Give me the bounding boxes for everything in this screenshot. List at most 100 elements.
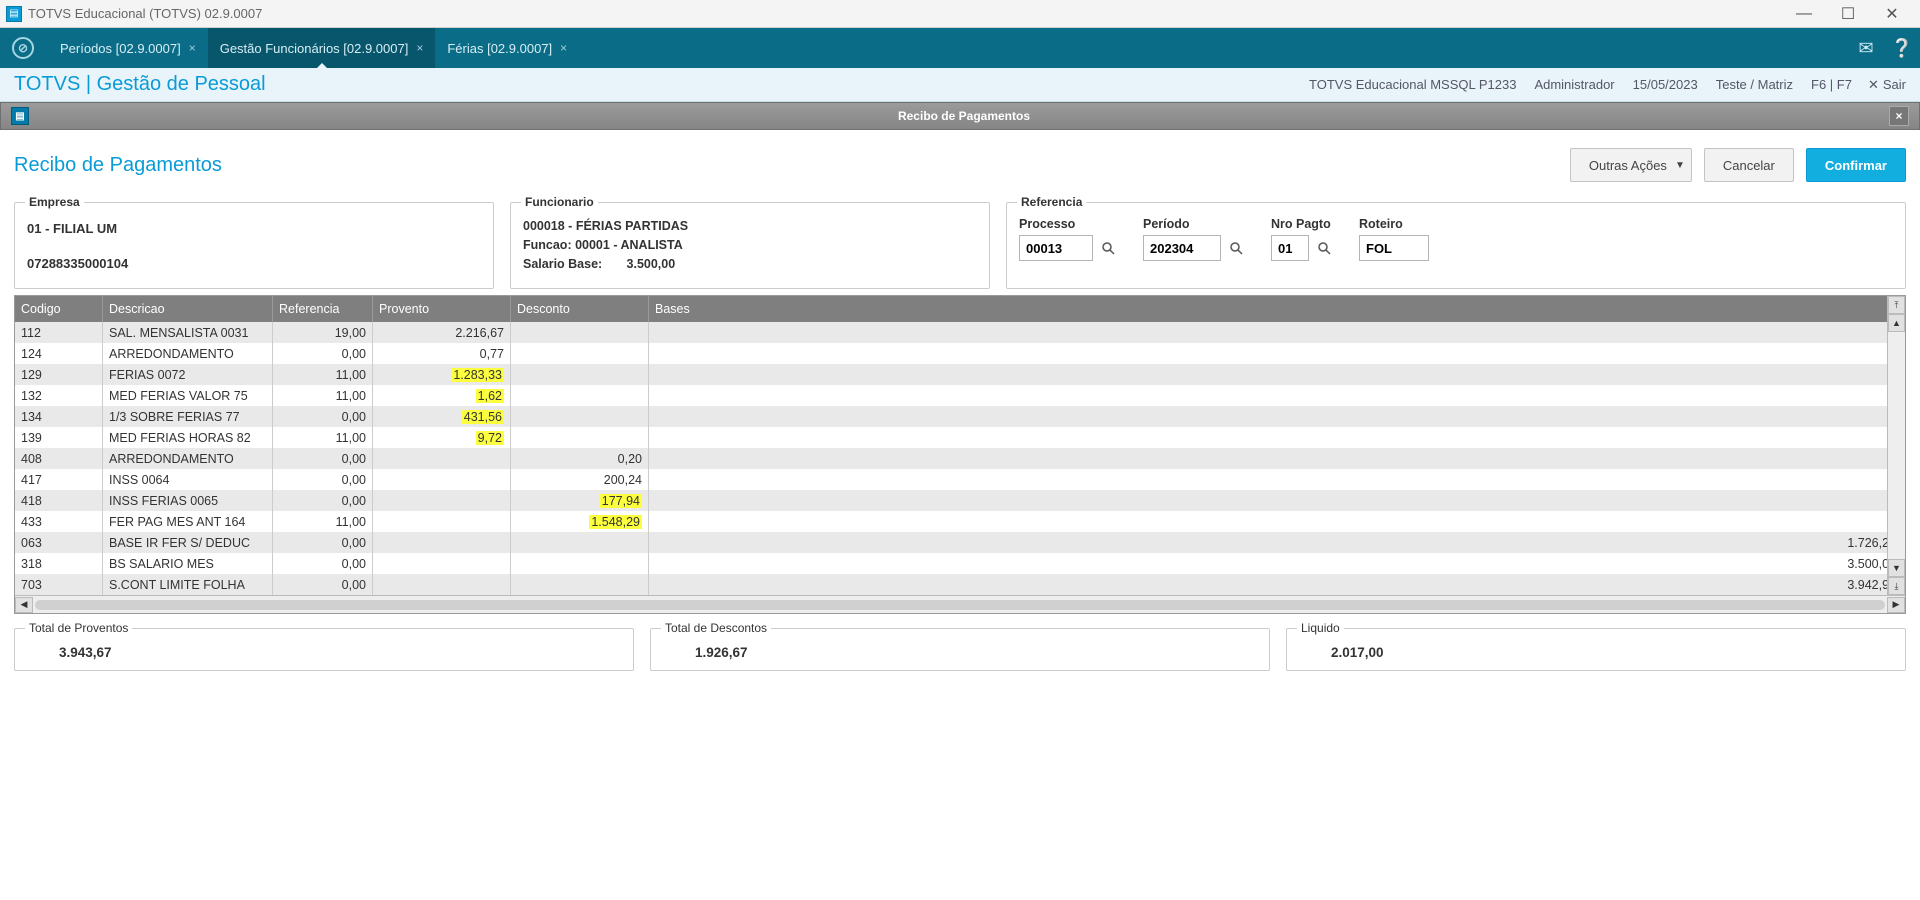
cell [373, 448, 511, 469]
payments-grid: Codigo Descricao Referencia Provento Des… [14, 295, 1906, 614]
help-icon[interactable]: ❔ [1884, 28, 1920, 68]
close-window-button[interactable]: ✕ [1870, 2, 1914, 26]
lookup-icon[interactable] [1227, 239, 1245, 257]
grid-body: 112SAL. MENSALISTA 003119,002.216,67124A… [15, 322, 1905, 595]
table-row[interactable]: 124ARREDONDAMENTO0,000,77 [15, 343, 1905, 364]
table-row[interactable]: 318BS SALARIO MES0,003.500,00 [15, 553, 1905, 574]
exit-button[interactable]: ✕ Sair [1868, 77, 1906, 93]
scroll-left-icon[interactable]: ◀ [15, 597, 33, 613]
field-nropagto: Nro Pagto [1271, 217, 1333, 261]
confirm-button[interactable]: Confirmar [1806, 148, 1906, 182]
table-row[interactable]: 418INSS FERIAS 00650,00177,94 [15, 490, 1905, 511]
cell: 0,00 [273, 553, 373, 574]
cell [373, 553, 511, 574]
cell: 200,24 [511, 469, 649, 490]
fkeys-label: F6 | F7 [1811, 77, 1852, 92]
group-legend: Liquido [1297, 621, 1344, 635]
cell: 417 [15, 469, 103, 490]
scroll-bottom-icon[interactable]: ⤓ [1888, 577, 1905, 595]
cell: 418 [15, 490, 103, 511]
scroll-up-icon[interactable]: ▲ [1888, 314, 1905, 332]
horizontal-scrollbar[interactable]: ◀ ▶ [15, 595, 1905, 613]
lookup-icon[interactable] [1099, 239, 1117, 257]
tab-label: Gestão Funcionários [02.9.0007] [220, 41, 409, 56]
other-actions-button[interactable]: Outras Ações ▼ [1570, 148, 1692, 182]
cell [373, 511, 511, 532]
page-title: Recibo de Pagamentos [14, 154, 1570, 177]
scroll-top-icon[interactable]: ⤒ [1888, 296, 1905, 314]
table-row[interactable]: 703S.CONT LIMITE FOLHA0,003.942,90 [15, 574, 1905, 595]
cell [649, 364, 1905, 385]
nav-round-button[interactable]: ⊘ [8, 28, 38, 68]
cell: 0,00 [273, 448, 373, 469]
nropagto-input[interactable] [1271, 235, 1309, 261]
cell: 9,72 [373, 427, 511, 448]
table-row[interactable]: 129FERIAS 007211,001.283,33 [15, 364, 1905, 385]
cell: 0,00 [273, 406, 373, 427]
cell [649, 427, 1905, 448]
cell: 433 [15, 511, 103, 532]
cell: 318 [15, 553, 103, 574]
roteiro-input[interactable] [1359, 235, 1429, 261]
liquido-value: 2.017,00 [1301, 645, 1891, 660]
close-icon[interactable]: × [416, 41, 423, 55]
cell: 1.283,33 [373, 364, 511, 385]
module-title: TOTVS | Gestão de Pessoal [14, 73, 1291, 96]
cell: MED FERIAS VALOR 75 [103, 385, 273, 406]
minimize-button[interactable]: — [1782, 2, 1826, 26]
col-descricao[interactable]: Descricao [103, 296, 273, 322]
group-legend: Empresa [25, 195, 84, 209]
cell: 1/3 SOBRE FERIAS 77 [103, 406, 273, 427]
mail-icon[interactable]: ✉ [1848, 28, 1884, 68]
table-row[interactable]: 417INSS 00640,00200,24 [15, 469, 1905, 490]
cell [649, 406, 1905, 427]
group-empresa: Empresa 01 - FILIAL UM 07288335000104 [14, 202, 494, 289]
close-icon[interactable]: × [189, 41, 196, 55]
tab-gestao-funcionarios[interactable]: Gestão Funcionários [02.9.0007] × [208, 28, 436, 68]
cell: 11,00 [273, 511, 373, 532]
user-label: Administrador [1534, 77, 1614, 92]
cell [373, 532, 511, 553]
table-row[interactable]: 408ARREDONDAMENTO0,000,20 [15, 448, 1905, 469]
tab-ferias[interactable]: Férias [02.9.0007] × [435, 28, 579, 68]
field-roteiro: Roteiro [1359, 217, 1429, 261]
table-row[interactable]: 1341/3 SOBRE FERIAS 770,00431,56 [15, 406, 1905, 427]
cancel-button[interactable]: Cancelar [1704, 148, 1794, 182]
table-row[interactable]: 433FER PAG MES ANT 16411,001.548,29 [15, 511, 1905, 532]
field-label: Processo [1019, 217, 1117, 231]
cell [373, 469, 511, 490]
periodo-input[interactable] [1143, 235, 1221, 261]
tab-periodos[interactable]: Períodos [02.9.0007] × [48, 28, 208, 68]
col-desconto[interactable]: Desconto [511, 296, 649, 322]
lookup-icon[interactable] [1315, 239, 1333, 257]
app-icon: ▤ [6, 6, 22, 22]
cell [511, 532, 649, 553]
col-codigo[interactable]: Codigo [15, 296, 103, 322]
cell [511, 553, 649, 574]
scroll-right-icon[interactable]: ▶ [1887, 597, 1905, 613]
field-label: Nro Pagto [1271, 217, 1333, 231]
close-icon[interactable]: × [560, 41, 567, 55]
cell: BS SALARIO MES [103, 553, 273, 574]
group-legend: Total de Proventos [25, 621, 132, 635]
cell [373, 490, 511, 511]
cell [511, 322, 649, 343]
vertical-scrollbar[interactable]: ⤒ ▲ ▼ ⤓ [1887, 296, 1905, 595]
processo-input[interactable] [1019, 235, 1093, 261]
cell: ARREDONDAMENTO [103, 448, 273, 469]
col-referencia[interactable]: Referencia [273, 296, 373, 322]
cell [649, 385, 1905, 406]
maximize-button[interactable]: ☐ [1826, 2, 1870, 26]
cell: 11,00 [273, 364, 373, 385]
table-row[interactable]: 132MED FERIAS VALOR 7511,001,62 [15, 385, 1905, 406]
total-proventos-value: 3.943,67 [29, 645, 619, 660]
col-provento[interactable]: Provento [373, 296, 511, 322]
scroll-down-icon[interactable]: ▼ [1888, 559, 1905, 577]
table-row[interactable]: 139MED FERIAS HORAS 8211,009,72 [15, 427, 1905, 448]
table-row[interactable]: 063BASE IR FER S/ DEDUC0,001.726,23 [15, 532, 1905, 553]
inner-close-button[interactable]: × [1889, 106, 1909, 126]
field-periodo: Período [1143, 217, 1245, 261]
col-bases[interactable]: Bases [649, 296, 1905, 322]
table-row[interactable]: 112SAL. MENSALISTA 003119,002.216,67 [15, 322, 1905, 343]
cell: ARREDONDAMENTO [103, 343, 273, 364]
